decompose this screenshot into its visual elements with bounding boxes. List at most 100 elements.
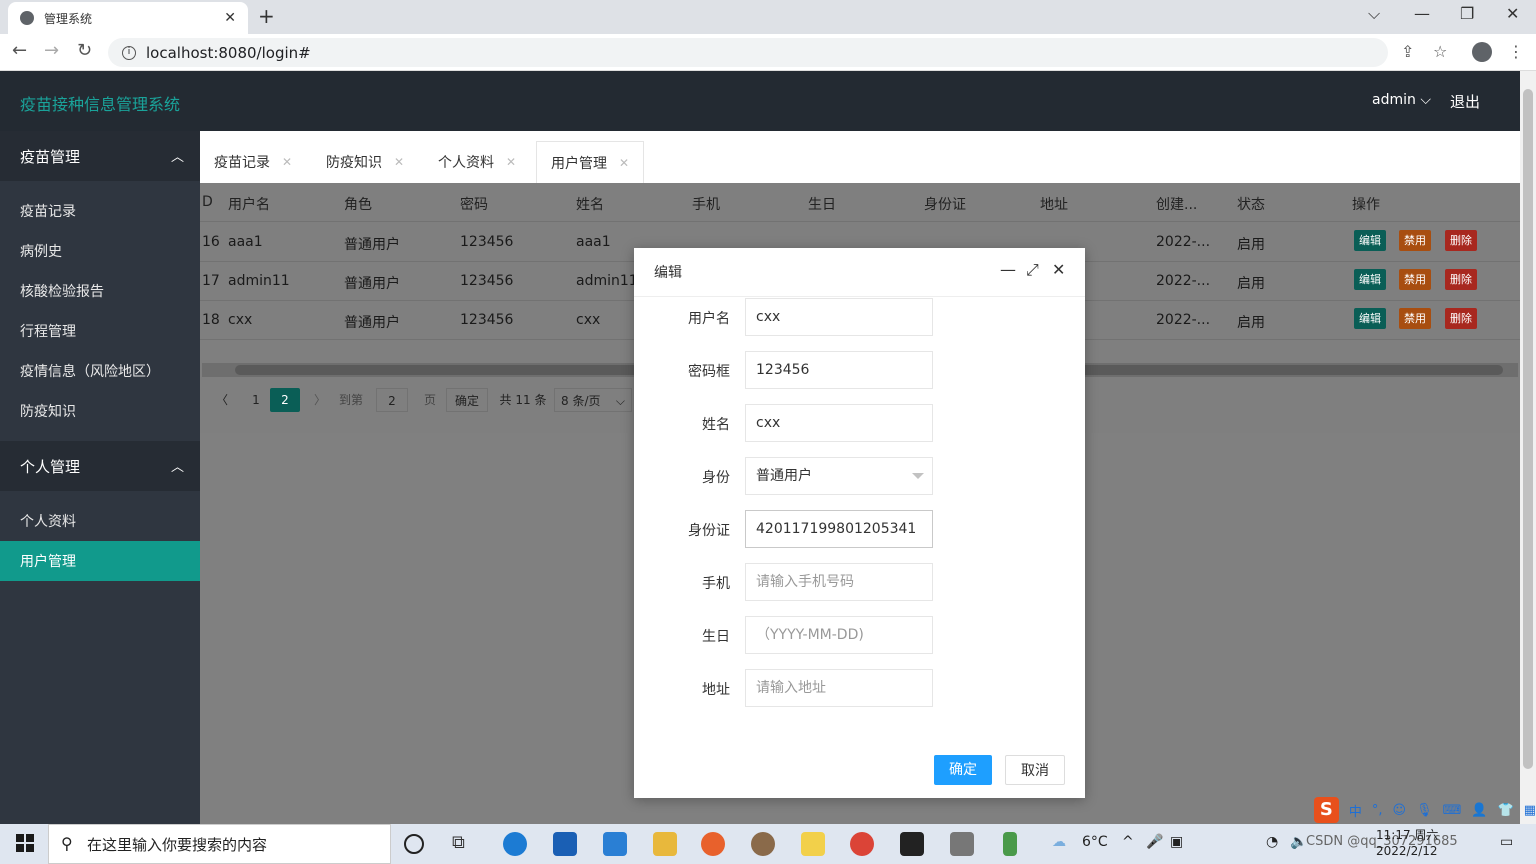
sidebar-item-epidemic-info[interactable]: 疫情信息（风险地区） [0,351,200,391]
emoji-icon[interactable]: ☺ [1392,803,1406,818]
new-tab-button[interactable]: + [258,4,275,28]
goto-confirm-button[interactable]: 确定 [446,388,488,412]
cortana-icon[interactable] [404,834,424,854]
password-field[interactable] [745,351,933,389]
delete-button[interactable]: 删除 [1445,230,1477,251]
prev-page-icon[interactable]: 〈 [212,388,232,412]
profile-avatar[interactable] [1472,42,1492,62]
file-explorer-icon[interactable] [653,832,677,856]
close-icon[interactable]: ✕ [282,155,292,169]
user-menu[interactable]: admin ⌵ [1372,92,1431,108]
weather-temp[interactable]: 6°C [1082,834,1108,850]
browser-tab[interactable]: 管理系统 ✕ [8,2,248,34]
grid-icon[interactable]: ▦ [1524,803,1536,818]
sidebar-item-vaccine-records[interactable]: 疫苗记录 [0,191,200,231]
disable-button[interactable]: 禁用 [1399,269,1431,290]
minimize-icon[interactable]: — [1000,260,1016,279]
skin-icon[interactable]: 👕 [1498,803,1514,818]
close-icon[interactable]: ✕ [506,155,516,169]
app-avatar-icon[interactable] [751,832,775,856]
close-icon[interactable]: ✕ [1052,260,1065,279]
disable-button[interactable]: 禁用 [1399,308,1431,329]
page-vertical-scrollbar[interactable] [1520,71,1536,824]
user-icon[interactable]: 👤 [1471,803,1487,818]
close-icon[interactable]: ✕ [619,156,629,170]
firefox-icon[interactable] [701,832,725,856]
notification-icon[interactable]: ▭ [1500,834,1513,850]
reload-icon[interactable]: ↻ [77,40,92,61]
tab-vaccine-records[interactable]: 疫苗记录 ✕ [200,141,306,183]
star-icon[interactable]: ☆ [1433,42,1447,61]
name-field[interactable] [745,404,933,442]
volume-icon[interactable]: 🔈 [1290,834,1307,850]
sidebar-item-itinerary[interactable]: 行程管理 [0,311,200,351]
clock-time[interactable]: 11:17 周六 [1376,826,1438,843]
task-view-icon[interactable]: ⧉ [452,832,476,856]
sidebar-item-user-management[interactable]: 用户管理 [0,541,200,581]
taskbar-search-box[interactable]: ⚲ 在这里输入你要搜索的内容 [48,824,391,864]
tab-prevention-knowledge[interactable]: 防疫知识 ✕ [312,141,418,183]
share-icon[interactable]: ⇪ [1401,42,1414,61]
clock-date[interactable]: 2022/2/12 [1376,844,1438,858]
tab-search-icon[interactable]: ⌵ [1368,4,1380,24]
edit-button[interactable]: 编辑 [1354,308,1386,329]
logout-link[interactable]: 退出 [1450,91,1480,112]
page-2-button[interactable]: 2 [270,388,300,412]
menu-dots-icon[interactable]: ⋮ [1508,42,1524,61]
restore-icon[interactable]: ❐ [1460,4,1474,23]
sogou-logo[interactable]: S [1314,797,1339,823]
microphone-icon[interactable]: 🎙 [1416,803,1433,818]
delete-button[interactable]: 删除 [1445,269,1477,290]
idcard-field[interactable] [745,510,933,548]
edge-icon[interactable] [503,832,527,856]
chrome-icon[interactable] [850,832,874,856]
forward-icon[interactable]: → [44,40,59,61]
goto-page-input[interactable]: 2 [376,388,408,412]
sidebar-group-personal[interactable]: 个人管理 ︿ [0,441,200,491]
tab-profile[interactable]: 个人资料 ✕ [424,141,530,183]
network-icon[interactable]: ▣ [1170,834,1183,850]
sidebar-item-medical-history[interactable]: 病例史 [0,231,200,271]
per-page-select[interactable]: 8 条/页 ⌵ [554,388,632,412]
close-tab-icon[interactable]: ✕ [224,10,236,26]
terminal-icon[interactable] [950,832,974,856]
chevron-up-icon[interactable]: ^ [1122,834,1134,850]
wifi-icon[interactable]: ◔ [1266,834,1278,850]
minimize-icon[interactable]: — [1414,4,1430,23]
punctuation-icon[interactable]: °, [1372,803,1383,818]
maximize-icon[interactable]: ⤢ [1026,260,1039,280]
edit-button[interactable]: 编辑 [1354,269,1386,290]
disable-button[interactable]: 禁用 [1399,230,1431,251]
ime-mode[interactable]: 中 [1349,801,1362,820]
delete-button[interactable]: 删除 [1445,308,1477,329]
mail-icon[interactable] [603,832,627,856]
next-page-icon[interactable]: 〉 [310,388,330,412]
windows-start-icon[interactable] [16,834,34,852]
window-close-icon[interactable]: ✕ [1506,4,1519,23]
store-icon[interactable] [553,832,577,856]
notes-icon[interactable] [801,832,825,856]
info-icon[interactable]: i [122,45,136,60]
url-field[interactable]: i localhost:8080/login# [108,38,1388,67]
close-icon[interactable]: ✕ [394,155,404,169]
cancel-button[interactable]: 取消 [1005,755,1065,785]
back-icon[interactable]: ← [12,40,27,61]
battery-app-icon[interactable] [1003,832,1017,856]
sidebar-item-nucleic-test[interactable]: 核酸检验报告 [0,271,200,311]
page-1-button[interactable]: 1 [246,388,266,412]
edit-button[interactable]: 编辑 [1354,230,1386,251]
address-field[interactable] [745,669,933,707]
username-field[interactable] [745,298,933,336]
confirm-button[interactable]: 确定 [934,755,992,785]
scrollbar-thumb[interactable] [1523,89,1533,769]
sidebar-item-profile[interactable]: 个人资料 [0,501,200,541]
role-select[interactable]: 普通用户 [745,457,933,495]
tab-user-management[interactable]: 用户管理 ✕ [536,141,645,184]
birthday-field[interactable] [745,616,933,654]
sidebar-item-prevention-knowledge[interactable]: 防疫知识 [0,391,200,431]
microphone-icon[interactable]: 🎤 [1146,834,1163,850]
intellij-icon[interactable] [900,832,924,856]
sidebar-group-vaccine[interactable]: 疫苗管理 ︿ [0,131,200,181]
phone-field[interactable] [745,563,933,601]
keyboard-icon[interactable]: ⌨ [1443,803,1462,818]
